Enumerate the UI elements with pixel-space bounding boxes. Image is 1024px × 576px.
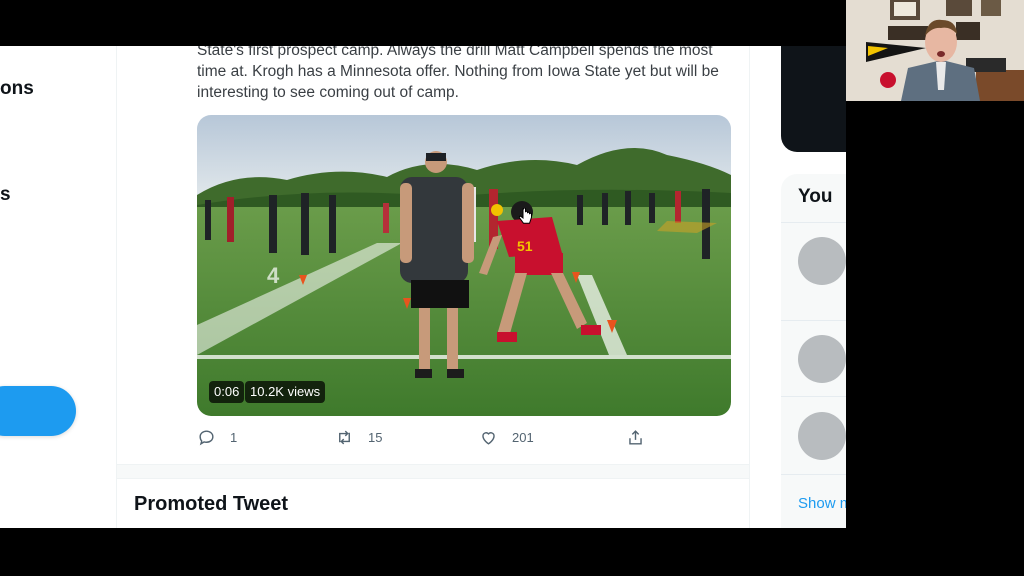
reply-icon xyxy=(199,430,214,446)
svg-text:51: 51 xyxy=(517,238,533,254)
divider xyxy=(781,474,846,475)
divider xyxy=(781,320,846,321)
like-icon xyxy=(482,432,495,445)
retweet-count: 15 xyxy=(368,430,383,445)
reply-button[interactable]: 1 xyxy=(197,428,237,447)
webcam-image xyxy=(846,0,1024,101)
suggested-user-avatar[interactable] xyxy=(798,237,846,285)
video-frame-image: 4 51 xyxy=(197,115,731,416)
nav-item-fragment[interactable]: s xyxy=(0,184,11,206)
tweet-card[interactable]: State's first prospect camp. Always the … xyxy=(117,46,749,465)
webcam-overlay xyxy=(846,0,1024,101)
reply-count: 1 xyxy=(230,430,238,445)
who-to-follow-title: You xyxy=(798,186,833,207)
video-timestamp: 0:06 xyxy=(209,381,245,403)
tweet-video[interactable]: 4 51 0:06 10.2K views xyxy=(197,115,731,416)
like-button[interactable]: 201 xyxy=(479,428,534,447)
divider xyxy=(781,396,846,397)
share-button[interactable] xyxy=(626,428,659,447)
video-view-count: 10.2K views xyxy=(245,381,326,403)
sidebar-dark-panel xyxy=(781,46,846,152)
retweet-icon xyxy=(339,430,350,445)
timeline: State's first prospect camp. Always the … xyxy=(116,46,750,528)
left-navigation: ons s xyxy=(0,46,116,528)
svg-text:4: 4 xyxy=(267,263,280,288)
promoted-tweet-title: Promoted Tweet xyxy=(134,493,289,515)
nav-item-notifications-fragment[interactable]: ons xyxy=(0,78,34,100)
promoted-tweet-card[interactable]: Promoted Tweet xyxy=(117,478,749,528)
retweet-button[interactable]: 15 xyxy=(335,428,382,447)
like-count: 201 xyxy=(512,430,534,445)
cursor-icon xyxy=(519,208,532,224)
tweet-compose-button[interactable] xyxy=(0,386,76,436)
show-more-link[interactable]: Show m xyxy=(798,495,846,512)
browser-viewport: ons s State's first prospect camp. Alway… xyxy=(0,46,846,528)
right-sidebar: You Show m xyxy=(781,46,846,528)
suggested-user-avatar[interactable] xyxy=(798,335,846,383)
tweet-text: State's first prospect camp. Always the … xyxy=(197,46,719,101)
suggested-user-avatar[interactable] xyxy=(798,412,846,460)
divider xyxy=(781,222,846,223)
who-to-follow-card: You Show m xyxy=(781,174,846,528)
share-icon xyxy=(629,430,642,445)
tweet-actions: 1 15 201 xyxy=(197,428,737,452)
